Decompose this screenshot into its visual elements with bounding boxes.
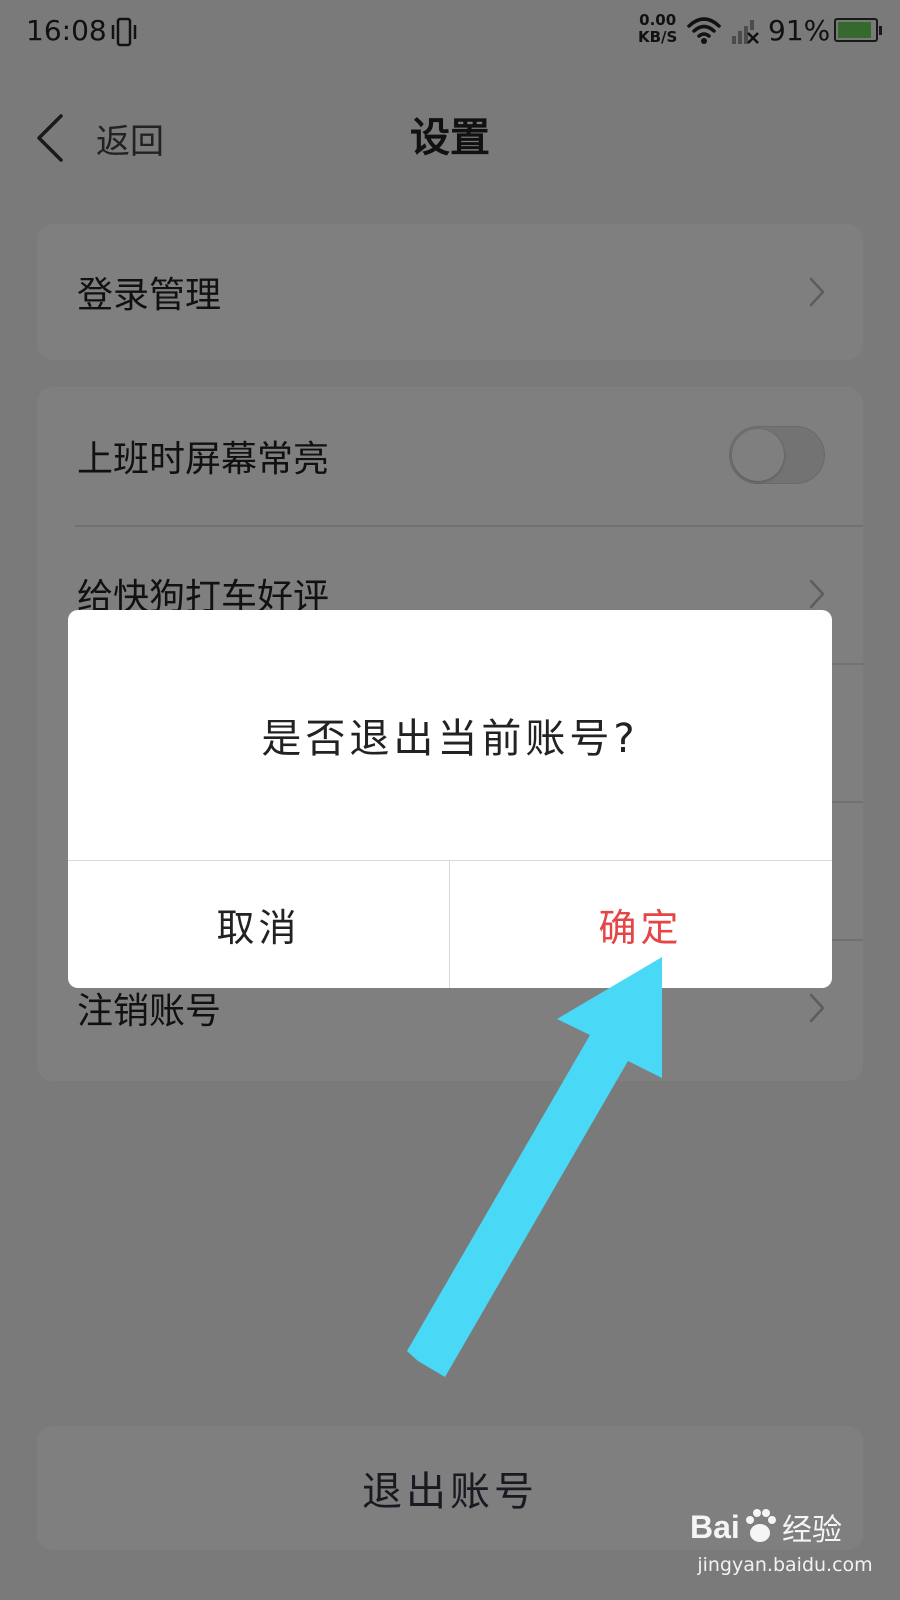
- logout-confirm-dialog: 是否退出当前账号? 取消 确定: [68, 610, 832, 988]
- baidu-jingyan-watermark: Bai 经验 jingyan.baidu.com: [690, 1500, 880, 1584]
- watermark-url: jingyan.baidu.com: [697, 1554, 873, 1576]
- svg-text:Bai: Bai: [690, 1509, 740, 1545]
- svg-text:经验: 经验: [782, 1513, 842, 1548]
- cancel-button[interactable]: 取消: [68, 861, 449, 988]
- dialog-message: 是否退出当前账号?: [261, 716, 639, 762]
- baidu-jingyan-logo: Bai 经验: [690, 1509, 842, 1548]
- confirm-button[interactable]: 确定: [450, 861, 831, 988]
